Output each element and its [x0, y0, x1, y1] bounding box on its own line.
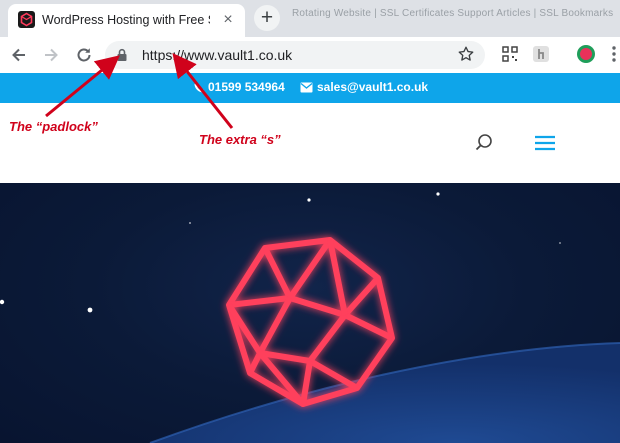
- forward-icon[interactable]: [41, 45, 61, 65]
- close-icon[interactable]: ×: [220, 12, 236, 28]
- site-header: [0, 103, 620, 183]
- email-address[interactable]: sales@vault1.co.uk: [317, 80, 428, 94]
- url-text[interactable]: https://www.vault1.co.uk: [142, 47, 292, 63]
- browser-tab[interactable]: WordPress Hosting with Free SSL ×: [8, 4, 245, 37]
- annotation-padlock-label: The “padlock”: [9, 119, 98, 134]
- search-icon[interactable]: [474, 133, 494, 153]
- background-tab-text: Rotating Website | SSL Certificates Supp…: [292, 8, 614, 19]
- phone-icon: [194, 83, 204, 93]
- star-icon[interactable]: [457, 45, 475, 63]
- extension-icon[interactable]: [531, 44, 551, 64]
- annotation-extra-s-label: The extra “s”: [199, 132, 281, 147]
- hero-graphic: [0, 192, 620, 443]
- mail-icon: [300, 82, 313, 93]
- hero-section: [0, 183, 620, 443]
- padlock-icon[interactable]: [115, 48, 129, 62]
- new-tab-button[interactable]: +: [254, 5, 280, 31]
- qr-icon[interactable]: [500, 44, 520, 64]
- profile-icon[interactable]: [576, 44, 596, 64]
- reload-icon[interactable]: [74, 45, 94, 65]
- back-icon[interactable]: [9, 45, 29, 65]
- address-bar[interactable]: https://www.vault1.co.uk: [105, 41, 485, 69]
- planet: [150, 343, 620, 443]
- tab-strip: WordPress Hosting with Free SSL × + Rota…: [0, 0, 620, 37]
- browser-toolbar: https://www.vault1.co.uk: [0, 37, 620, 73]
- phone-number[interactable]: 01599 534964: [208, 80, 285, 94]
- hamburger-icon[interactable]: [534, 135, 556, 151]
- favicon-icon: [18, 11, 35, 28]
- menu-icon[interactable]: [604, 44, 620, 64]
- tab-title: WordPress Hosting with Free SSL: [42, 13, 210, 27]
- contact-bar: 01599 534964 sales@vault1.co.uk: [0, 73, 620, 103]
